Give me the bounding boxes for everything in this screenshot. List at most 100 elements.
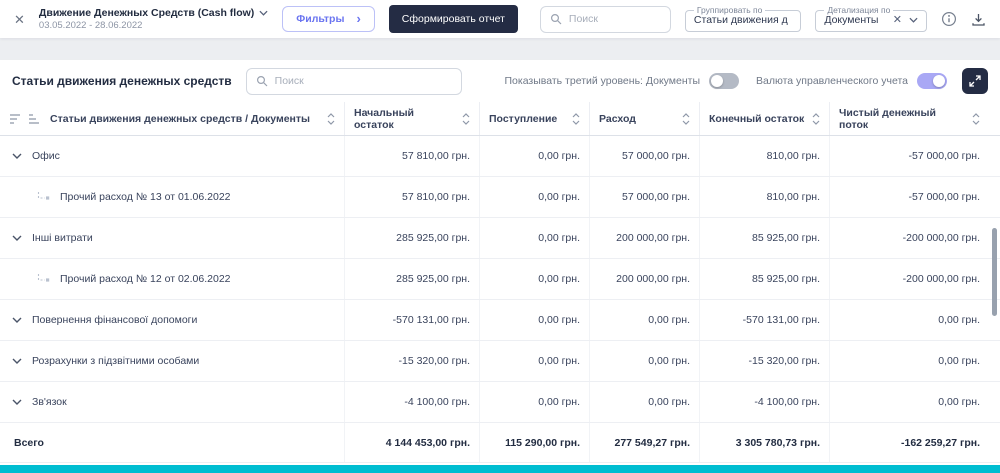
panel-search bbox=[245, 67, 462, 95]
sort-icon[interactable] bbox=[972, 112, 980, 125]
table-row[interactable]: Зв'язок -4 100,00 грн. 0,00 грн. 0,00 грн. -… bbox=[0, 382, 1000, 423]
fullscreen-button[interactable] bbox=[962, 68, 988, 94]
panel-controls: Показывать третий уровень: Документы Вал… bbox=[505, 68, 988, 94]
third-level-toggle[interactable] bbox=[709, 73, 739, 89]
table-row[interactable]: Інші витрати 285 925,00 грн. 0,00 грн. 200 … bbox=[0, 218, 1000, 259]
chevron-down-icon[interactable] bbox=[909, 17, 918, 23]
column-header-label: Статьи движения денежных средств / Докум… bbox=[50, 112, 310, 125]
sort-icon[interactable] bbox=[462, 112, 470, 125]
value-cell: 0,00 грн. bbox=[938, 396, 980, 408]
group-by-select[interactable]: Группировать по Статьи движения д bbox=[684, 5, 802, 33]
group-by-value: Статьи движения д bbox=[693, 14, 788, 27]
column-header-label: Начальный остаток bbox=[354, 106, 414, 131]
value-cell: -4 100,00 грн. bbox=[700, 382, 830, 422]
download-icon[interactable] bbox=[971, 12, 986, 27]
report-title-block[interactable]: Движение Денежных Средств (Cash flow) 03… bbox=[39, 7, 268, 32]
value-cell: -15 320,00 грн. bbox=[345, 341, 480, 381]
column-header-label: Поступление bbox=[489, 112, 558, 125]
detail-by-value: Документы bbox=[824, 14, 879, 27]
filter-icons bbox=[9, 113, 40, 124]
value-cell: 85 925,00 грн. bbox=[700, 218, 830, 258]
expand-chevron-icon[interactable] bbox=[9, 317, 22, 323]
column-header-label: Расход bbox=[599, 112, 636, 125]
filters-button[interactable]: Фильтры › bbox=[282, 6, 375, 32]
scrollbar-thumb[interactable] bbox=[992, 228, 997, 316]
row-label-cell: Прочий расход № 13 от 01.06.2022 bbox=[0, 177, 345, 217]
sort-icon[interactable] bbox=[812, 112, 820, 125]
table-row[interactable]: Прочий расход № 13 от 01.06.2022 57 810,0… bbox=[0, 177, 1000, 218]
column-header-net-cash-flow[interactable]: Чистый денежный поток bbox=[830, 102, 1000, 135]
value-cell: -200 000,00 грн. bbox=[902, 273, 980, 285]
report-table: Статьи движения денежных средств / Докум… bbox=[0, 102, 1000, 463]
footer-label-cell: Всего bbox=[0, 423, 345, 462]
table-row[interactable]: Прочий расход № 12 от 02.06.2022 285 925,… bbox=[0, 259, 1000, 300]
row-label-cell: Повернення фінансової допомоги bbox=[0, 300, 345, 340]
row-label: Повернення фінансової допомоги bbox=[32, 314, 198, 326]
topbar-search bbox=[539, 5, 671, 33]
table-row[interactable]: Розрахунки з підзвітними особами -15 320,… bbox=[0, 341, 1000, 382]
value-cell: 57 810,00 грн. bbox=[345, 136, 480, 176]
table-body: Офис 57 810,00 грн. 0,00 грн. 57 000,00 грн… bbox=[0, 136, 1000, 423]
row-label: Прочий расход № 12 от 02.06.2022 bbox=[60, 273, 231, 285]
row-label: Зв'язок bbox=[32, 396, 67, 408]
value-cell: 57 000,00 грн. bbox=[590, 177, 700, 217]
sort-icon[interactable] bbox=[682, 112, 690, 125]
value-cell: -15 320,00 грн. bbox=[700, 341, 830, 381]
value-cell: -570 131,00 грн. bbox=[345, 300, 480, 340]
child-connector-icon bbox=[36, 192, 50, 202]
table-row[interactable]: Повернення фінансової допомоги -570 131,0… bbox=[0, 300, 1000, 341]
sort-icon[interactable] bbox=[572, 112, 580, 125]
expand-chevron-icon[interactable] bbox=[9, 235, 22, 241]
value-cell: -570 131,00 грн. bbox=[700, 300, 830, 340]
column-header-items[interactable]: Статьи движения денежных средств / Докум… bbox=[0, 102, 345, 135]
value-cell: 0,00 грн. bbox=[938, 314, 980, 326]
report-title: Движение Денежных Средств (Cash flow) bbox=[38, 6, 255, 19]
expand-icon bbox=[969, 75, 981, 87]
expand-chevron-icon[interactable] bbox=[9, 358, 22, 364]
value-cell: 0,00 грн. bbox=[938, 355, 980, 367]
sort-ascending-icon[interactable] bbox=[28, 113, 40, 124]
table-header-row: Статьи движения денежных средств / Докум… bbox=[0, 102, 1000, 136]
row-label: Розрахунки з підзвітними особами bbox=[32, 355, 200, 367]
column-header-opening-balance[interactable]: Начальный остаток bbox=[345, 102, 480, 135]
column-header-closing-balance[interactable]: Конечный остаток bbox=[700, 102, 830, 135]
detail-by-select[interactable]: Детализация по Документы ✕ bbox=[815, 5, 927, 33]
value-cell: -4 100,00 грн. bbox=[345, 382, 480, 422]
column-header-expense[interactable]: Расход bbox=[590, 102, 700, 135]
value-cell: 85 925,00 грн. bbox=[700, 259, 830, 299]
footer-value-cell: 4 144 453,00 грн. bbox=[345, 423, 480, 462]
row-label-cell: Офис bbox=[0, 136, 345, 176]
expand-chevron-icon[interactable] bbox=[9, 153, 22, 159]
value-cell: 810,00 грн. bbox=[700, 136, 830, 176]
sort-descending-icon[interactable] bbox=[9, 113, 21, 124]
currency-toggle[interactable] bbox=[917, 73, 947, 89]
bottom-accent-bar bbox=[0, 465, 1000, 473]
toggle-knob bbox=[933, 75, 945, 87]
value-cell: 810,00 грн. bbox=[700, 177, 830, 217]
value-cell: 0,00 грн. bbox=[480, 136, 590, 176]
expand-chevron-icon[interactable] bbox=[9, 399, 22, 405]
row-label: Інші витрати bbox=[32, 232, 93, 244]
search-icon bbox=[550, 13, 562, 25]
sort-icon[interactable] bbox=[327, 112, 335, 125]
row-label-cell: Інші витрати bbox=[0, 218, 345, 258]
column-header-income[interactable]: Поступление bbox=[480, 102, 590, 135]
info-icon[interactable] bbox=[941, 11, 957, 27]
currency-toggle-label: Валюта управленческого учета bbox=[756, 75, 908, 87]
topbar-search-input[interactable] bbox=[568, 13, 661, 25]
topbar: ✕ Движение Денежных Средств (Cash flow) … bbox=[0, 0, 1000, 38]
close-icon[interactable]: ✕ bbox=[14, 13, 25, 26]
table-row[interactable]: Офис 57 810,00 грн. 0,00 грн. 57 000,00 грн… bbox=[0, 136, 1000, 177]
value-cell: 285 925,00 грн. bbox=[345, 259, 480, 299]
value-cell: 0,00 грн. bbox=[480, 382, 590, 422]
panel-header: Статьи движения денежных средств Показыв… bbox=[0, 60, 1000, 102]
footer-value-cell: 3 305 780,73 грн. bbox=[700, 423, 830, 462]
filters-button-label: Фильтры bbox=[296, 13, 345, 25]
generate-report-button[interactable]: Сформировать отчет bbox=[388, 5, 518, 33]
footer-value-cell: 115 290,00 грн. bbox=[480, 423, 590, 462]
row-label: Офис bbox=[32, 150, 60, 162]
footer-value-cell: 277 549,27 грн. bbox=[590, 423, 700, 462]
clear-icon[interactable]: ✕ bbox=[893, 14, 902, 26]
panel-search-input[interactable] bbox=[274, 75, 435, 87]
value-cell: -200 000,00 грн. bbox=[902, 232, 980, 244]
